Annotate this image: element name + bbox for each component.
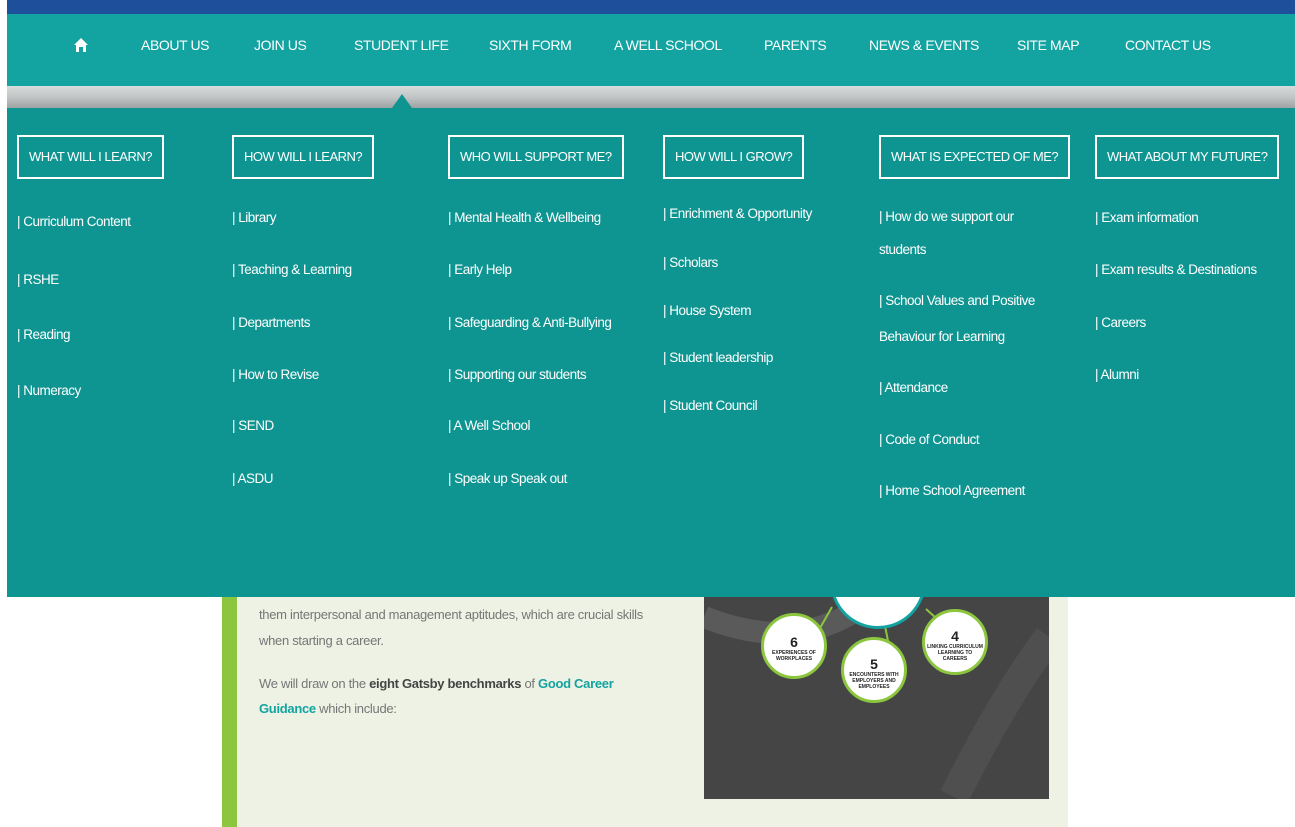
paragraph-text: which include: <box>315 701 397 716</box>
link-exam-results[interactable]: | Exam results & Destinations <box>1095 254 1257 286</box>
link-curriculum-content[interactable]: | Curriculum Content <box>17 206 131 238</box>
bubble-text: ENCOUNTERS WITH EMPLOYERS AND EMPLOYEES <box>849 672 899 690</box>
link-alumni[interactable]: | Alumni <box>1095 359 1139 391</box>
link-mental-health[interactable]: | Mental Health & Wellbeing <box>448 202 601 234</box>
link-supporting-students[interactable]: | Supporting our students <box>448 359 587 391</box>
nav-join-us[interactable]: JOIN US <box>254 37 307 53</box>
link-early-help[interactable]: | Early Help <box>448 254 512 286</box>
bubble-number: 6 <box>790 634 798 650</box>
menu-column-grow: HOW WILL I GROW? | Enrichment & Opportun… <box>663 135 812 413</box>
nav-student-life[interactable]: STUDENT LIFE <box>354 37 449 53</box>
bubble-number: 5 <box>870 656 878 672</box>
link-school-values[interactable]: | School Values and Positive <box>879 285 1035 317</box>
nav-sixth-form[interactable]: SIXTH FORM <box>489 37 572 53</box>
link-school-values-cont[interactable]: Behaviour for Learning <box>879 321 1005 353</box>
gatsby-graphic: 6 EXPERIENCES OF WORKPLACES 5 ENCOUNTERS… <box>704 597 1049 799</box>
link-how-we-support-cont[interactable]: students <box>879 234 927 266</box>
link-enrichment[interactable]: | Enrichment & Opportunity <box>663 198 812 230</box>
heading-what-will-i-learn[interactable]: WHAT WILL I LEARN? <box>17 135 164 179</box>
link-asdu[interactable]: | ASDU <box>232 463 274 495</box>
benchmark-5-bubble: 5 ENCOUNTERS WITH EMPLOYERS AND EMPLOYEE… <box>841 637 907 703</box>
good-career-link[interactable]: Good Career <box>538 676 614 691</box>
benchmark-4-bubble: 4 LINKING CURRICULUM LEARNING TO CAREERS <box>922 609 988 675</box>
link-a-well-school[interactable]: | A Well School <box>448 410 531 442</box>
nav-contact-us[interactable]: CONTACT US <box>1125 37 1211 53</box>
link-attendance[interactable]: | Attendance <box>879 372 948 404</box>
link-exam-information[interactable]: | Exam information <box>1095 202 1199 234</box>
paragraph-line: them interpersonal and management aptitu… <box>259 607 643 622</box>
heading-how-will-i-grow[interactable]: HOW WILL I GROW? <box>663 135 805 179</box>
guidance-link[interactable]: Guidance <box>259 701 316 716</box>
nav-shadow-strip <box>7 86 1295 108</box>
menu-column-expected: WHAT IS EXPECTED OF ME? | How do we supp… <box>879 135 1071 498</box>
link-code-of-conduct[interactable]: | Code of Conduct <box>879 424 980 456</box>
heading-what-is-expected[interactable]: WHAT IS EXPECTED OF ME? <box>879 135 1071 179</box>
nav-a-well-school[interactable]: A WELL SCHOOL <box>614 37 722 53</box>
heading-who-will-support-me[interactable]: WHO WILL SUPPORT ME? <box>448 135 624 179</box>
paragraph-line: when starting a career. <box>259 633 384 648</box>
link-how-to-revise[interactable]: | How to Revise <box>232 359 319 391</box>
bubble-text: EXPERIENCES OF WORKPLACES <box>772 650 816 662</box>
menu-column-learn: WHAT WILL I LEARN? | Curriculum Content … <box>17 135 164 398</box>
link-teaching-learning[interactable]: | Teaching & Learning <box>232 254 352 286</box>
link-library[interactable]: | Library <box>232 202 277 234</box>
link-speak-up[interactable]: | Speak up Speak out <box>448 463 567 495</box>
link-rshe[interactable]: | RSHE <box>17 264 59 296</box>
bubble-number: 4 <box>951 628 959 644</box>
active-menu-caret <box>392 94 412 108</box>
bubble-text: LINKING CURRICULUM LEARNING TO CAREERS <box>927 644 983 662</box>
link-house-system[interactable]: | House System <box>663 295 752 327</box>
accent-bar <box>222 597 237 827</box>
menu-column-how-learn: HOW WILL I LEARN? | Library | Teaching &… <box>232 135 375 486</box>
link-reading[interactable]: | Reading <box>17 319 71 351</box>
link-departments[interactable]: | Departments <box>232 307 311 339</box>
link-careers[interactable]: | Careers <box>1095 307 1146 339</box>
paragraph-text: We will draw on the <box>259 676 370 691</box>
gatsby-paragraph-cont: Guidance which include: <box>259 697 397 721</box>
heading-how-will-i-learn[interactable]: HOW WILL I LEARN? <box>232 135 375 179</box>
nav-about-us[interactable]: ABOUT US <box>141 37 210 53</box>
link-home-school-agreement[interactable]: | Home School Agreement <box>879 475 1025 507</box>
main-nav: ABOUT US JOIN US STUDENT LIFE SIXTH FORM… <box>7 14 1295 86</box>
link-student-leadership[interactable]: | Student leadership <box>663 342 773 374</box>
benchmark-6-bubble: 6 EXPERIENCES OF WORKPLACES <box>761 613 827 679</box>
nav-site-map[interactable]: SITE MAP <box>1017 37 1080 53</box>
link-student-council[interactable]: | Student Council <box>663 390 758 422</box>
link-how-we-support[interactable]: | How do we support our <box>879 201 1014 233</box>
heading-what-about-my-future[interactable]: WHAT ABOUT MY FUTURE? <box>1095 135 1280 179</box>
link-safeguarding[interactable]: | Safeguarding & Anti-Bullying <box>448 307 612 339</box>
top-stripe <box>7 0 1295 14</box>
menu-column-future: WHAT ABOUT MY FUTURE? | Exam information… <box>1095 135 1280 382</box>
link-scholars[interactable]: | Scholars <box>663 247 718 279</box>
nav-news-events[interactable]: NEWS & EVENTS <box>869 37 979 53</box>
link-send[interactable]: | SEND <box>232 410 274 442</box>
link-numeracy[interactable]: | Numeracy <box>17 375 81 407</box>
gatsby-benchmarks-text: eight Gatsby benchmarks <box>369 676 522 691</box>
paragraph-text: of <box>521 676 539 691</box>
menu-column-support: WHO WILL SUPPORT ME? | Mental Health & W… <box>448 135 624 486</box>
nav-parents[interactable]: PARENTS <box>764 37 827 53</box>
student-life-mega-menu: WHAT WILL I LEARN? | Curriculum Content … <box>7 108 1295 597</box>
home-icon[interactable] <box>73 37 89 53</box>
gatsby-paragraph: We will draw on the eight Gatsby benchma… <box>259 672 614 696</box>
